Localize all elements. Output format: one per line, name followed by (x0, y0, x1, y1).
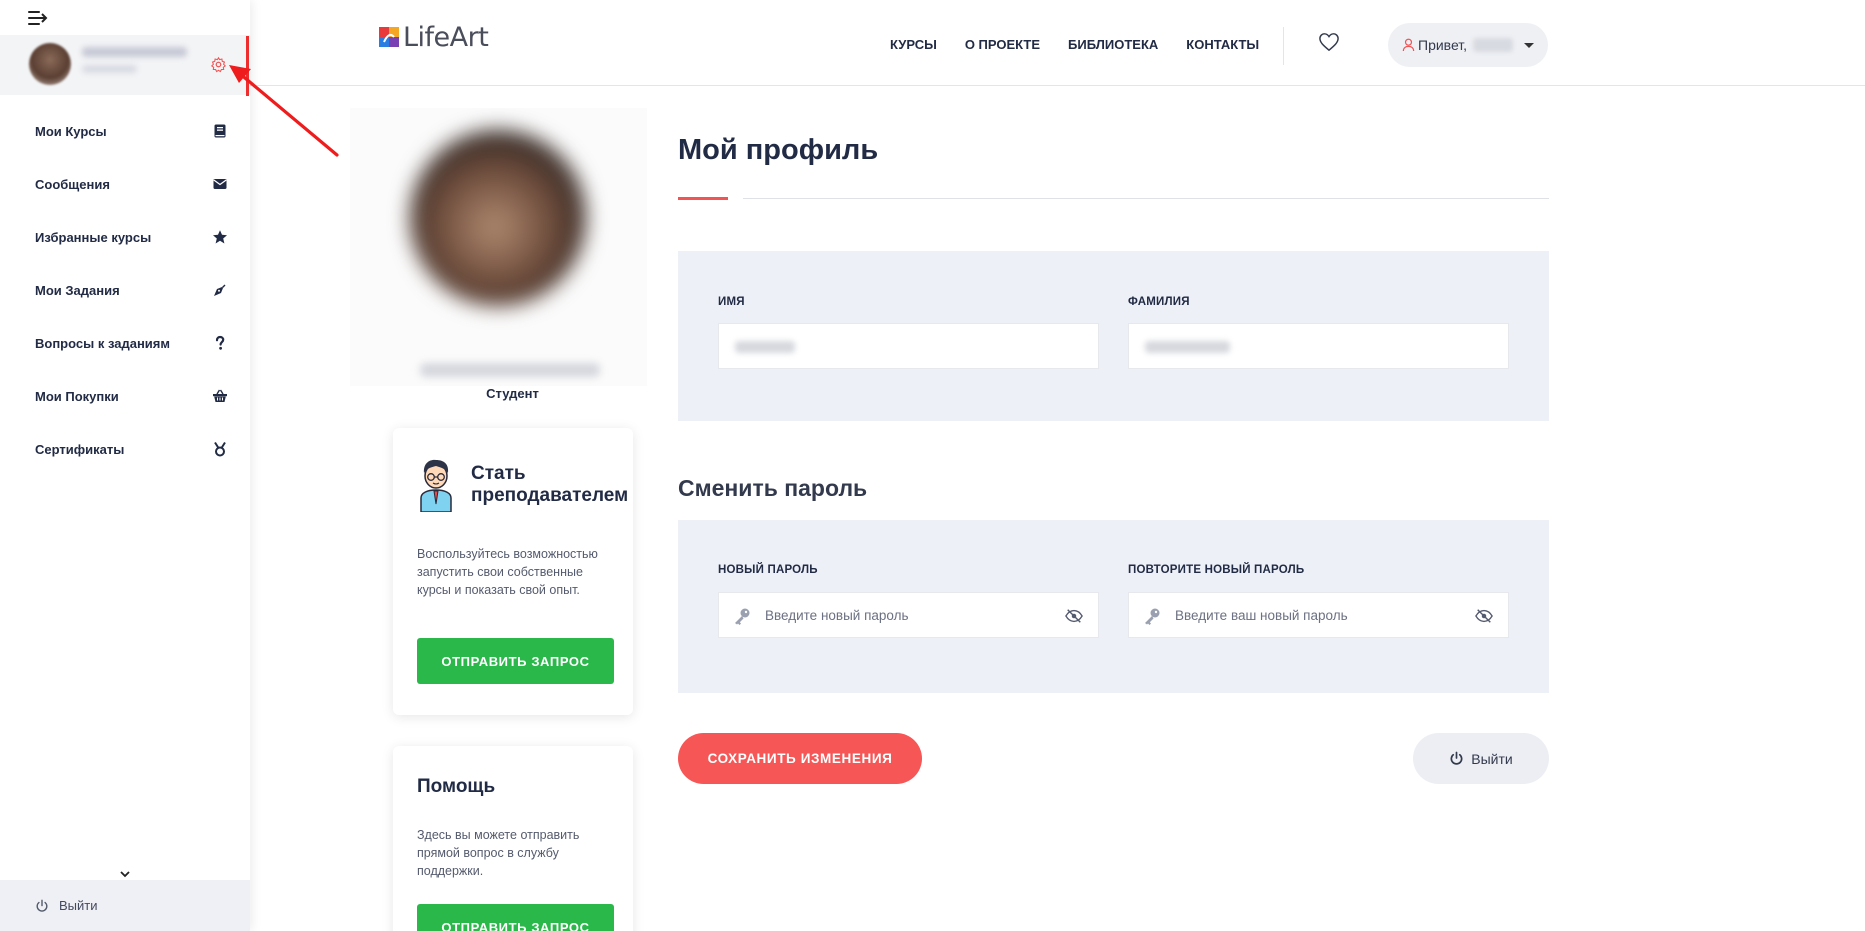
new-password-placeholder: Введите новый пароль (765, 608, 909, 623)
sidebar-highlight-bar (246, 36, 249, 96)
first-name-value-blurred (735, 341, 795, 353)
profile-role: Студент (486, 386, 539, 401)
name-panel: ИМЯ ФАМИЛИЯ (678, 251, 1549, 421)
logo-text: LifeArt (403, 21, 489, 53)
sidebar-item-my-courses[interactable]: Мои Курсы (0, 105, 250, 158)
new-password-field[interactable]: Введите новый пароль (718, 592, 1099, 638)
sidebar-menu: Мои Курсы Сообщения Избранные курсы Мои … (0, 105, 250, 476)
help-card: Помощь Здесь вы можете отправить прямой … (393, 746, 633, 931)
user-subtitle-blurred (82, 65, 137, 73)
heart-icon[interactable] (1318, 32, 1340, 52)
nav-courses[interactable]: КУРСЫ (890, 37, 937, 52)
username-blurred (1473, 38, 1514, 52)
chevron-down-icon[interactable] (118, 869, 132, 879)
gear-icon[interactable] (210, 56, 227, 73)
last-name-label: ФАМИЛИЯ (1128, 296, 1190, 308)
sidebar-item-messages[interactable]: Сообщения (0, 158, 250, 211)
last-name-value-blurred (1145, 341, 1230, 353)
sidebar-item-label: Мои Покупки (35, 389, 119, 404)
repeat-password-field[interactable]: Введите ваш новый пароль (1128, 592, 1509, 638)
top-header: LifeArt КУРСЫ О ПРОЕКТЕ БИБЛИОТЕКА КОНТА… (250, 0, 1865, 86)
teacher-illustration-icon (420, 459, 452, 512)
sidebar-item-label: Сообщения (35, 177, 110, 192)
become-teacher-text: Воспользуйтесь возможностью запустить св… (417, 547, 598, 597)
save-changes-button[interactable]: СОХРАНИТЬ ИЗМЕНЕНИЯ (678, 733, 922, 784)
repeat-password-placeholder: Введите ваш новый пароль (1175, 608, 1348, 623)
become-teacher-title: Стать преподавателем (471, 463, 629, 506)
star-icon (213, 230, 227, 244)
eye-slash-icon[interactable] (1065, 608, 1083, 624)
send-request-button[interactable]: ОТПРАВИТЬ ЗАПРОС (417, 638, 614, 684)
sidebar-item-label: Вопросы к заданиям (35, 336, 171, 351)
page-title: Мой профиль (678, 134, 879, 166)
basket-icon (213, 389, 227, 402)
become-teacher-card: Стать преподавателем Воспользуйтесь возм… (393, 428, 633, 715)
sidebar-item-label: Избранные курсы (35, 230, 152, 245)
repeat-password-label: ПОВТОРИТЕ НОВЫЙ ПАРОЛЬ (1128, 564, 1305, 576)
new-password-label: НОВЫЙ ПАРОЛЬ (718, 564, 818, 576)
caret-down-icon (1524, 43, 1534, 48)
profile-name-blurred (420, 363, 600, 377)
power-icon (1450, 751, 1463, 765)
pen-nib-icon (214, 284, 226, 296)
logo-mark-icon (379, 27, 399, 47)
user-name-blurred (82, 47, 187, 57)
sidebar: Мои Курсы Сообщения Избранные курсы Мои … (0, 0, 250, 931)
nav-library[interactable]: БИБЛИОТЕКА (1068, 37, 1158, 52)
change-password-title: Сменить пароль (678, 475, 868, 501)
sidebar-logout-button[interactable]: Выйти (0, 880, 250, 931)
nav-divider (1283, 27, 1284, 65)
sidebar-toggle-icon[interactable] (28, 10, 48, 26)
sidebar-item-purchases[interactable]: Мои Покупки (0, 370, 250, 423)
key-icon (735, 608, 750, 625)
book-icon (214, 124, 226, 138)
logout-button[interactable]: Выйти (1413, 733, 1549, 784)
user-icon (1402, 38, 1415, 52)
sidebar-logout-label: Выйти (59, 898, 98, 913)
password-panel: НОВЫЙ ПАРОЛЬ Введите новый пароль ПОВТОР… (678, 520, 1549, 693)
sidebar-item-certificates[interactable]: Сертификаты (0, 423, 250, 476)
sidebar-item-task-questions[interactable]: Вопросы к заданиям (0, 317, 250, 370)
logout-label: Выйти (1471, 750, 1513, 767)
medal-icon (214, 441, 226, 457)
sidebar-item-label: Сертификаты (35, 442, 125, 457)
power-icon (36, 899, 48, 912)
sidebar-item-label: Мои Задания (35, 283, 120, 298)
nav-contacts[interactable]: КОНТАКТЫ (1186, 37, 1259, 52)
help-title: Помощь (417, 776, 496, 797)
key-icon (1145, 608, 1160, 625)
profile-avatar-blurred (410, 130, 586, 306)
user-menu-dropdown[interactable]: Привет, (1388, 23, 1548, 67)
sidebar-item-label: Мои Курсы (35, 124, 107, 139)
help-text: Здесь вы можете отправить прямой вопрос … (417, 828, 580, 878)
envelope-icon (213, 179, 227, 189)
first-name-field[interactable] (718, 323, 1099, 369)
main-nav: КУРСЫ О ПРОЕКТЕ БИБЛИОТЕКА КОНТАКТЫ (890, 37, 1259, 52)
question-icon (215, 335, 225, 350)
profile-photo (350, 108, 647, 386)
greeting-text: Привет, (1418, 37, 1468, 53)
title-accent-line (678, 197, 728, 200)
sidebar-item-favorite-courses[interactable]: Избранные курсы (0, 211, 250, 264)
title-divider (743, 198, 1549, 199)
site-logo[interactable]: LifeArt (377, 21, 489, 53)
help-send-request-button[interactable]: ОТПРАВИТЬ ЗАПРОС (417, 904, 614, 931)
sidebar-item-my-tasks[interactable]: Мои Задания (0, 264, 250, 317)
last-name-field[interactable] (1128, 323, 1509, 369)
first-name-label: ИМЯ (718, 296, 745, 308)
eye-slash-icon[interactable] (1475, 608, 1493, 624)
nav-about[interactable]: О ПРОЕКТЕ (965, 37, 1040, 52)
avatar (29, 43, 71, 85)
sidebar-user-block[interactable] (0, 35, 250, 95)
